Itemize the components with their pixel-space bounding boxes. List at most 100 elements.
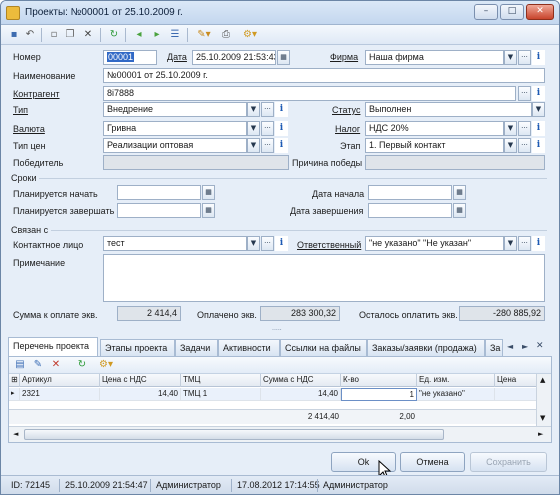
tab-zadachi[interactable]: Задачи — [175, 339, 218, 356]
plan-start-calendar-icon[interactable]: ▦ — [202, 185, 215, 200]
close-button[interactable]: ✕ — [526, 4, 554, 20]
grid-refresh-icon[interactable]: ↻ — [75, 358, 89, 372]
etap-dropdown-icon[interactable]: ▼ — [504, 138, 517, 153]
col-kvo[interactable]: К-во — [341, 374, 417, 387]
nalog-input[interactable]: НДС 20% — [365, 121, 504, 136]
grid-horizontal-scrollbar[interactable]: ◄ ► — [9, 426, 551, 442]
valuta-browse-button[interactable]: ··· — [261, 121, 274, 136]
grid-delete-icon[interactable]: ✕ — [49, 358, 63, 372]
nomer-input[interactable]: 00001 — [103, 50, 157, 65]
col-cena-nds[interactable]: Цена с НДС — [100, 374, 181, 387]
new-icon[interactable]: ▫ — [47, 28, 61, 42]
scroll-left-icon[interactable]: ◄ — [13, 430, 18, 438]
kontragent-input[interactable]: 8i7888 — [103, 86, 516, 101]
cell-cena[interactable] — [495, 388, 536, 401]
kontakt-input[interactable]: тест — [103, 236, 247, 251]
etap-info-icon[interactable]: i — [532, 138, 545, 153]
cell-tmc[interactable]: ТМЦ 1 — [181, 388, 261, 401]
plan-end-calendar-icon[interactable]: ▦ — [202, 203, 215, 218]
tab-perechen[interactable]: Перечень проекта — [8, 337, 98, 356]
save-icon[interactable]: ▪ — [7, 28, 21, 42]
cancel-button[interactable]: Отмена — [400, 452, 465, 472]
cell-kvo[interactable]: 1 — [341, 388, 417, 401]
edit-menu-icon[interactable]: ✎▾ — [193, 28, 215, 42]
maximize-button[interactable]: □ — [500, 4, 524, 20]
tip-browse-button[interactable]: ··· — [261, 102, 274, 117]
scroll-up-icon[interactable]: ▲ — [540, 376, 545, 384]
tipcen-dropdown-icon[interactable]: ▼ — [247, 138, 260, 153]
plan-start-input[interactable] — [117, 185, 201, 200]
firma-info-icon[interactable]: i — [532, 50, 545, 65]
back-icon[interactable]: ◂ — [132, 28, 146, 42]
status-input[interactable]: Выполнен — [365, 102, 532, 117]
tipcen-info-icon[interactable]: i — [275, 138, 288, 153]
grid-corner-icon[interactable]: ⊞ — [9, 374, 20, 387]
firma-input[interactable]: Наша фирма — [365, 50, 504, 65]
scroll-down-icon[interactable]: ▼ — [540, 414, 545, 422]
tip-info-icon[interactable]: i — [275, 102, 288, 117]
grid-edit-icon[interactable]: ✎ — [31, 358, 45, 372]
primechanie-textarea[interactable] — [103, 254, 545, 302]
status-dropdown-icon[interactable]: ▼ — [532, 102, 545, 117]
kontakt-info-icon[interactable]: i — [275, 236, 288, 251]
splitter-handle[interactable]: ..... — [272, 325, 282, 332]
valuta-info-icon[interactable]: i — [275, 121, 288, 136]
firma-browse-button[interactable]: ··· — [518, 50, 531, 65]
refresh-icon[interactable]: ↻ — [107, 28, 121, 42]
cell-ed-izm[interactable]: "не указано" — [417, 388, 495, 401]
scroll-thumb[interactable] — [24, 429, 444, 440]
save-button[interactable]: Сохранить — [470, 452, 547, 472]
otvetstv-input[interactable]: "не указано" "Не указан" — [365, 236, 504, 251]
data-input[interactable]: 25.10.2009 21:53:43 — [192, 50, 276, 65]
tab-ssylki[interactable]: Ссылки на файлы — [280, 339, 367, 356]
nalog-browse-button[interactable]: ··· — [518, 121, 531, 136]
col-ed-izm[interactable]: Ед. изм. — [417, 374, 495, 387]
settings-menu-icon[interactable]: ⚙▾ — [239, 28, 261, 42]
scroll-right-icon[interactable]: ► — [538, 430, 543, 438]
nalog-dropdown-icon[interactable]: ▼ — [504, 121, 517, 136]
date-start-calendar-icon[interactable]: ▦ — [453, 185, 466, 200]
tab-aktivnosti[interactable]: Активности — [218, 339, 280, 356]
col-summa-nds[interactable]: Сумма с НДС — [261, 374, 341, 387]
copy-icon[interactable]: ❐ — [63, 28, 77, 42]
forward-icon[interactable]: ▸ — [150, 28, 164, 42]
table-row[interactable]: ▸ 2321 14,40 ТМЦ 1 14,40 1 "не указано" — [9, 388, 536, 401]
date-end-calendar-icon[interactable]: ▦ — [453, 203, 466, 218]
tab-zakazy[interactable]: Заказы/заявки (продажа) — [367, 339, 485, 356]
calendar-icon[interactable]: ▦ — [277, 50, 290, 65]
cell-summa-nds[interactable]: 14,40 — [261, 388, 341, 401]
date-end-input[interactable] — [368, 203, 452, 218]
print-icon[interactable]: ⎙ — [219, 28, 233, 42]
valuta-input[interactable]: Гривна — [103, 121, 247, 136]
list-icon[interactable]: ☰ — [168, 28, 182, 42]
grid-add-icon[interactable]: ▤ — [13, 358, 27, 372]
col-cena[interactable]: Цена — [495, 374, 536, 387]
kontakt-browse-button[interactable]: ··· — [261, 236, 274, 251]
tab-more[interactable]: За — [485, 339, 503, 356]
undo-icon[interactable]: ↶ — [23, 28, 37, 42]
tip-dropdown-icon[interactable]: ▼ — [247, 102, 260, 117]
otvetstv-browse-button[interactable]: ··· — [518, 236, 531, 251]
col-tmc[interactable]: ТМЦ — [181, 374, 261, 387]
tab-scroll-left-icon[interactable]: ◄ — [507, 342, 513, 351]
grid-vertical-scrollbar[interactable]: ▲ ▼ — [536, 374, 551, 426]
tab-etapy[interactable]: Этапы проекта — [100, 339, 175, 356]
nalog-info-icon[interactable]: i — [532, 121, 545, 136]
tab-close-icon[interactable]: ✕ — [536, 341, 544, 351]
plan-end-input[interactable] — [117, 203, 201, 218]
firma-dropdown-icon[interactable]: ▼ — [504, 50, 517, 65]
cell-artikul[interactable]: 2321 — [20, 388, 100, 401]
minimize-button[interactable]: – — [474, 4, 498, 20]
etap-input[interactable]: 1. Первый контакт — [365, 138, 504, 153]
otvetstv-dropdown-icon[interactable]: ▼ — [504, 236, 517, 251]
tab-scroll-right-icon[interactable]: ► — [522, 342, 528, 351]
etap-browse-button[interactable]: ··· — [518, 138, 531, 153]
col-artikul[interactable]: Артикул — [20, 374, 100, 387]
kontragent-info-icon[interactable]: i — [532, 86, 545, 101]
cell-cena-nds[interactable]: 14,40 — [100, 388, 181, 401]
kontragent-browse-button[interactable]: ··· — [518, 86, 531, 101]
naim-input[interactable]: №00001 от 25.10.2009 г. — [103, 68, 545, 83]
delete-icon[interactable]: ✕ — [81, 28, 95, 42]
kontakt-dropdown-icon[interactable]: ▼ — [247, 236, 260, 251]
grid-settings-icon[interactable]: ⚙▾ — [95, 358, 117, 372]
